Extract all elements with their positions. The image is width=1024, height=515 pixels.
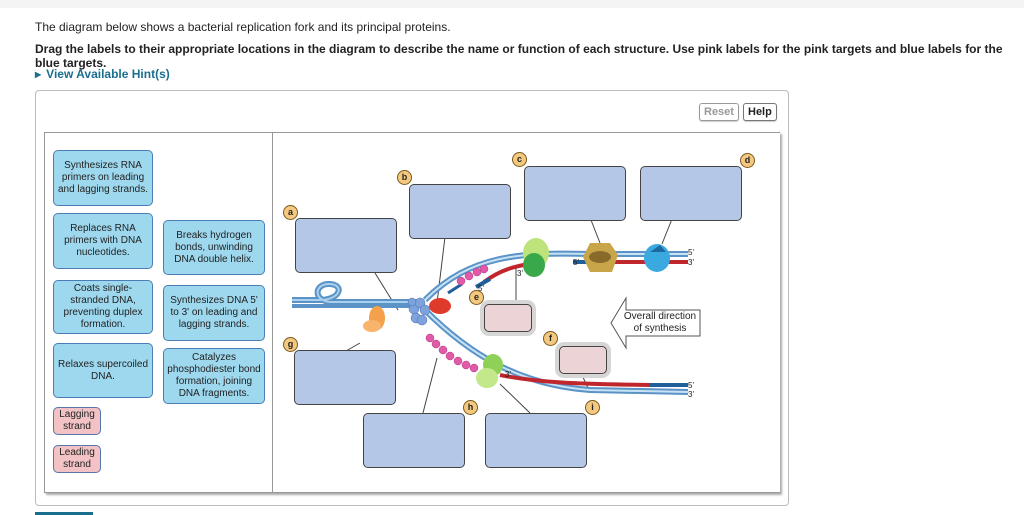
drop-target-e[interactable] <box>484 304 532 332</box>
dna-ligase <box>644 244 670 272</box>
lower-five-prime-label: 5' <box>688 381 694 390</box>
badge-d: d <box>740 153 755 168</box>
badge-g: g <box>283 337 298 352</box>
topoisomerase <box>363 306 385 332</box>
badge-h: h <box>463 400 478 415</box>
drop-target-c[interactable] <box>524 166 626 221</box>
okazaki-five-prime-label: 5' <box>573 258 579 267</box>
drop-target-h[interactable] <box>363 413 465 468</box>
drop-target-b[interactable] <box>409 184 511 239</box>
dna-polymerase-i <box>583 243 618 272</box>
parental-dna <box>292 281 420 308</box>
lagging-three-prime-label: 3' <box>505 370 511 379</box>
helicase <box>407 297 431 326</box>
badge-b: b <box>397 170 412 185</box>
lower-three-prime-label: 3' <box>688 390 694 399</box>
badge-i: i <box>585 400 600 415</box>
badge-a: a <box>283 205 298 220</box>
drop-target-g[interactable] <box>294 350 396 405</box>
upper-five-prime-label: 5' <box>688 248 694 257</box>
dna-polymerase-iii-lagging <box>476 354 503 388</box>
upper-three-prime-label: 3' <box>688 258 694 267</box>
badge-c: c <box>512 152 527 167</box>
direction-arrow-label: Overall direction of synthesis <box>623 311 697 334</box>
badge-f: f <box>543 331 558 346</box>
drop-target-i[interactable] <box>485 413 587 468</box>
drop-target-a[interactable] <box>295 218 397 273</box>
primase <box>429 298 451 314</box>
primer-three-prime-label: 3' <box>517 269 523 278</box>
badge-e: e <box>469 290 484 305</box>
drop-target-f[interactable] <box>559 346 607 374</box>
dna-polymerase-iii-leading <box>523 238 549 277</box>
drop-target-d[interactable] <box>640 166 742 221</box>
